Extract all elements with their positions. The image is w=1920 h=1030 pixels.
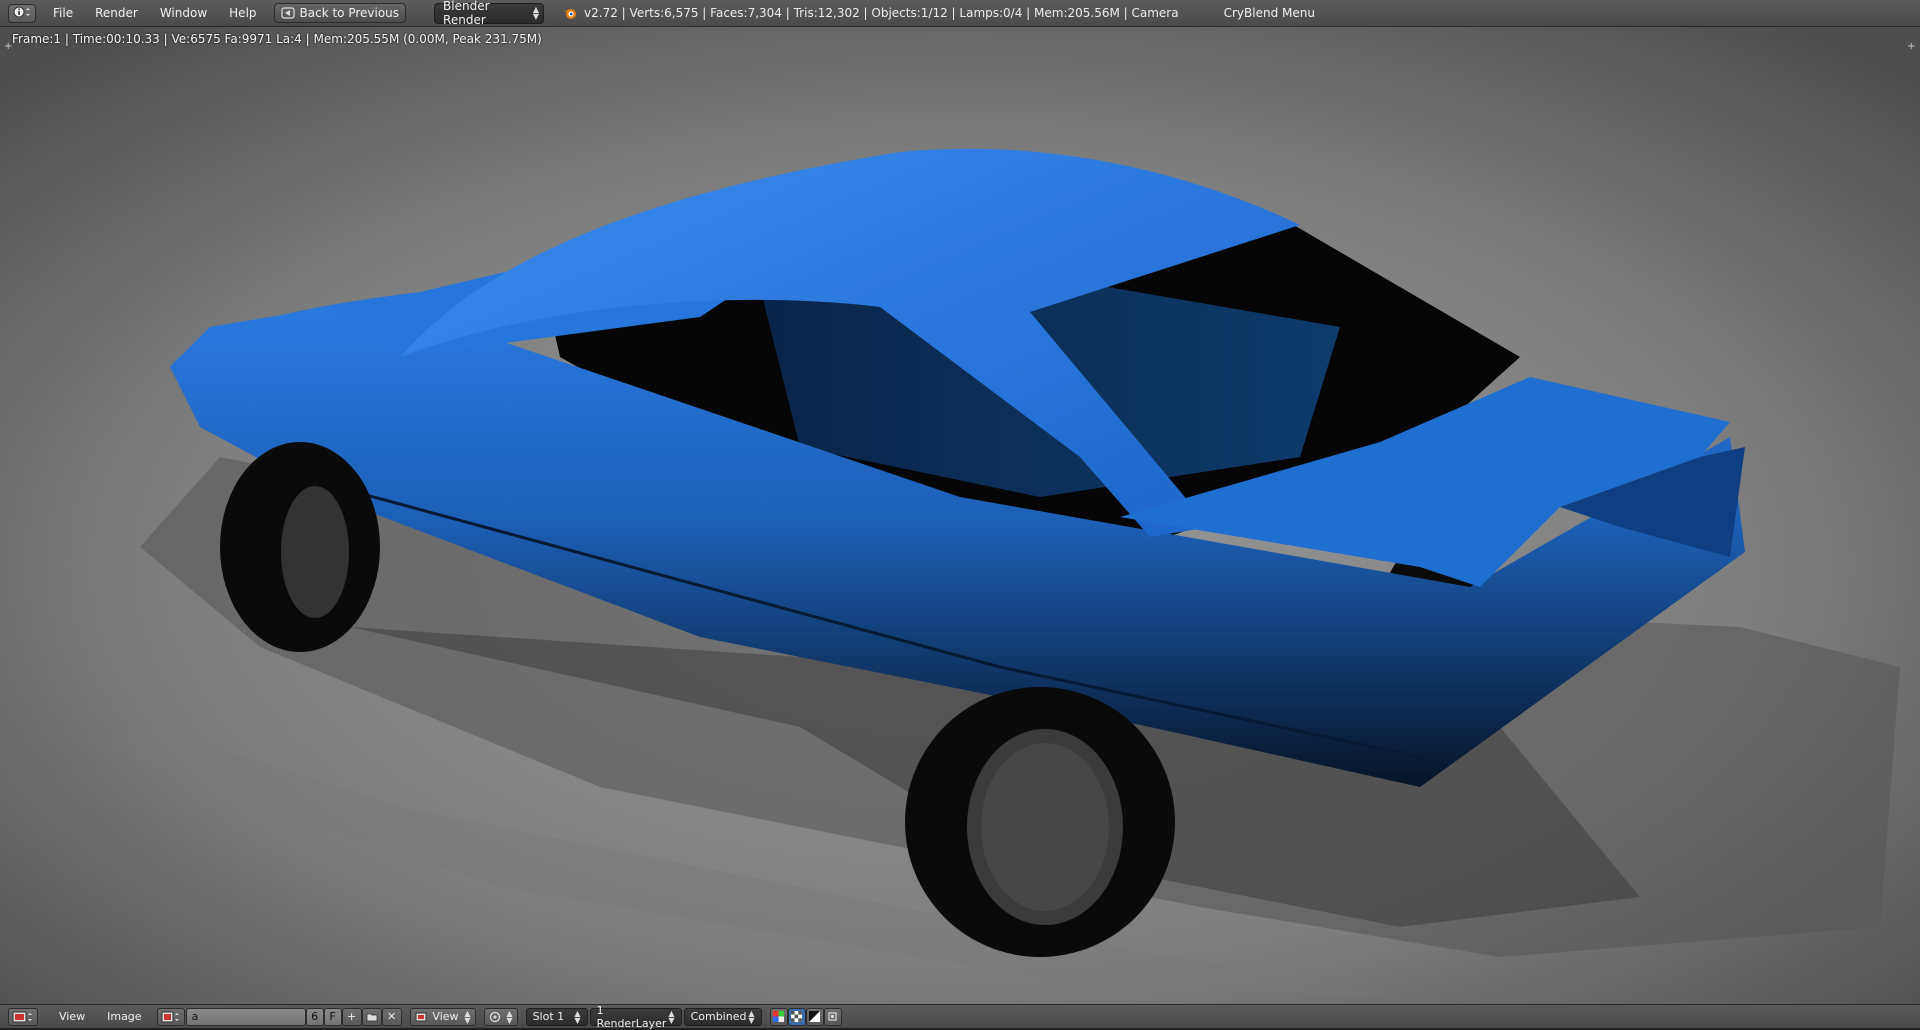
image-view-icon (415, 1012, 427, 1022)
draw-channels-alpha-button[interactable] (787, 1007, 806, 1026)
fake-user-label: F (329, 1010, 336, 1023)
pivot-icon (489, 1011, 501, 1023)
pin-image-button[interactable] (823, 1007, 842, 1026)
draw-channels-color-button[interactable] (769, 1007, 788, 1026)
image-browse-button[interactable] (156, 1007, 185, 1026)
dropdown-arrows-icon: ▲ ▼ (532, 5, 540, 21)
users-count-value: 6 (311, 1010, 319, 1023)
render-layer-select[interactable]: 1 RenderLayer ▲ ▼ (589, 1004, 682, 1030)
menu-view[interactable]: View (48, 1003, 96, 1030)
blender-logo-icon (562, 6, 578, 20)
view-select-label: View (432, 1010, 459, 1023)
rendered-car-image (0, 27, 1920, 1004)
dropdown-arrows-icon: ▲ ▼ (668, 1008, 675, 1025)
dropdown-arrows-icon: ▲ ▼ (464, 1008, 471, 1025)
close-icon: ✕ (386, 1010, 397, 1023)
image-browse-icon (161, 1011, 181, 1023)
unlink-image-button[interactable]: ✕ (381, 1007, 402, 1026)
open-image-button[interactable] (361, 1007, 382, 1026)
plus-icon: + (346, 1010, 357, 1023)
checker-icon (791, 1011, 803, 1022)
info-icon (13, 6, 31, 21)
image-editor-header: View Image a 6 F + ✕ View ▲ ▼ ▲ ▼ Slot 1… (0, 1003, 1920, 1030)
dropdown-arrows-icon: ▲ ▼ (574, 1008, 581, 1025)
render-engine-select[interactable]: Blender Render ▲ ▼ (434, 0, 545, 27)
image-editor-icon (12, 1011, 34, 1023)
image-name-field[interactable]: a (185, 1007, 306, 1026)
scene-statistics: v2.72 | Verts:6,575 | Faces:7,304 | Tris… (584, 6, 1179, 20)
render-result-view[interactable]: + + Frame:1 | Time:00:10.33 | Ve:6575 Fa… (0, 27, 1920, 1004)
render-layer-label: 1 RenderLayer (596, 1003, 667, 1030)
new-image-button[interactable]: + (341, 1007, 362, 1026)
info-header: File Render Window Help Back to Previous… (0, 0, 1920, 27)
pin-icon (827, 1011, 838, 1022)
render-info-text: Frame:1 | Time:00:10.33 | Ve:6575 Fa:997… (12, 32, 542, 46)
menu-image[interactable]: Image (96, 1003, 152, 1030)
contrast-icon (809, 1011, 821, 1022)
menu-render[interactable]: Render (84, 0, 149, 27)
back-icon (280, 7, 295, 19)
dropdown-arrows-icon: ▲ ▼ (748, 1008, 755, 1025)
image-name-value: a (191, 1010, 199, 1023)
cryblend-menu[interactable]: CryBlend Menu (1213, 0, 1326, 27)
slot-select[interactable]: Slot 1 ▲ ▼ (525, 1007, 588, 1026)
pivot-select[interactable]: ▲ ▼ (483, 1007, 518, 1026)
render-engine-label: Blender Render (443, 0, 490, 27)
draw-channels-z-button[interactable] (805, 1007, 824, 1026)
render-pass-label: Combined (690, 1010, 747, 1023)
render-pass-select[interactable]: Combined ▲ ▼ (683, 1007, 762, 1026)
back-label: Back to Previous (299, 6, 400, 20)
slot-select-label: Slot 1 (532, 1010, 565, 1023)
menu-file[interactable]: File (42, 0, 84, 27)
fake-user-toggle[interactable]: F (323, 1007, 342, 1026)
area-corner-right-icon[interactable]: + (1907, 42, 1916, 52)
editor-type-selector[interactable] (8, 3, 36, 23)
menu-window[interactable]: Window (149, 0, 218, 27)
view-select[interactable]: View ▲ ▼ (409, 1007, 476, 1026)
back-to-previous-button[interactable]: Back to Previous (273, 3, 407, 23)
image-users-count[interactable]: 6 (305, 1007, 324, 1026)
folder-icon (366, 1012, 378, 1022)
menu-help[interactable]: Help (218, 0, 267, 27)
editor-type-selector[interactable] (8, 1007, 38, 1026)
color-channels-icon (773, 1011, 785, 1022)
dropdown-arrows-icon: ▲ ▼ (506, 1008, 513, 1025)
